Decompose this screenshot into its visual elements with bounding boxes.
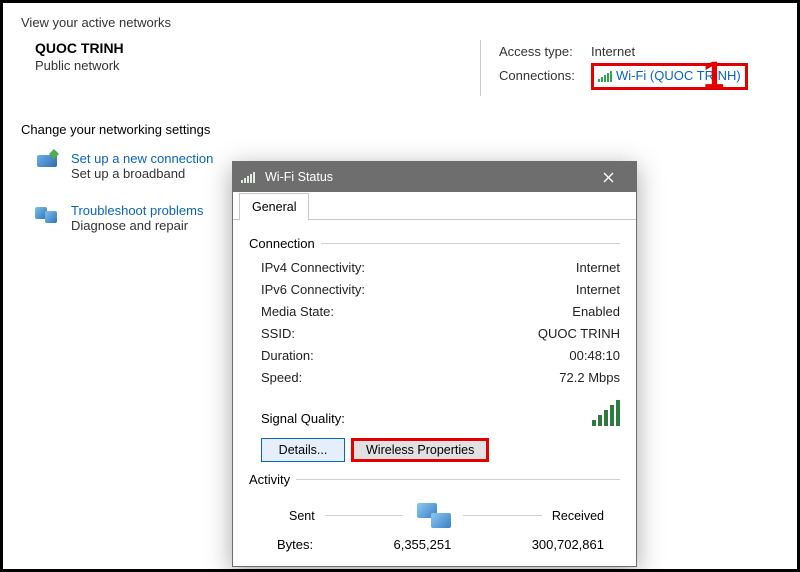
setup-connection-icon [35,151,61,173]
ipv6-label: IPv6 Connectivity: [261,279,365,301]
group-activity-label: Activity [249,472,290,487]
dialog-title: Wi-Fi Status [265,170,588,184]
activity-line-right [463,515,542,516]
annotation-1: 1 [703,55,724,98]
activity-line-left [325,515,404,516]
close-button[interactable] [588,162,628,192]
connection-rows: IPv4 Connectivity: Internet IPv6 Connecti… [249,257,620,390]
media-state-label: Media State: [261,301,334,323]
details-button[interactable]: Details... [261,438,345,462]
ipv6-value: Internet [576,279,620,301]
signal-bars-icon [598,71,612,82]
activity-received-label: Received [552,509,604,523]
activity-computer-icon [413,501,453,531]
duration-value: 00:48:10 [569,345,620,367]
troubleshoot-title: Troubleshoot problems [71,203,203,218]
ssid-label: SSID: [261,323,295,345]
bytes-received-value: 300,702,861 [532,537,604,552]
bytes-sent-value: 6,355,251 [393,537,451,552]
activity-sent-label: Sent [289,509,315,523]
network-name: QUOC TRINH [35,40,474,56]
wireless-properties-button[interactable]: Wireless Properties [351,438,489,462]
wifi-status-dialog: Wi-Fi Status General Connection IPv4 Con… [232,161,637,567]
ipv4-value: Internet [576,257,620,279]
speed-label: Speed: [261,367,302,389]
signal-quality-icon [592,400,620,426]
media-state-value: Enabled [572,301,620,323]
vertical-divider [480,40,481,96]
setup-connection-title: Set up a new connection [71,151,213,166]
duration-label: Duration: [261,345,314,367]
troubleshoot-sub: Diagnose and repair [71,218,203,233]
signal-quality-label: Signal Quality: [261,411,345,426]
group-connection-label: Connection [249,236,315,251]
setup-connection-sub: Set up a broadband [71,166,213,181]
troubleshoot-icon [35,203,61,225]
group-connection: Connection [249,236,620,251]
window-frame: View your active networks QUOC TRINH Pub… [0,0,800,572]
dialog-tabstrip: General [233,192,636,220]
ipv4-label: IPv4 Connectivity: [261,257,365,279]
tab-general[interactable]: General [239,193,309,221]
dialog-titlebar[interactable]: Wi-Fi Status [233,162,636,192]
access-type-value: Internet [591,42,635,63]
change-settings-heading: Change your networking settings [21,122,779,137]
active-networks-heading: View your active networks [21,15,779,30]
ssid-value: QUOC TRINH [538,323,620,345]
group-activity: Activity [249,472,620,487]
access-type-label: Access type: [499,42,591,63]
network-type: Public network [35,58,474,73]
connections-label: Connections: [499,66,591,87]
bytes-label: Bytes: [277,537,313,552]
wifi-connection-link-highlight: Wi-Fi (QUOC TRINH) [591,63,748,90]
signal-bars-icon [241,172,255,183]
speed-value: 72.2 Mbps [559,367,620,389]
active-network-block: QUOC TRINH Public network Access type: I… [21,40,779,96]
close-icon [603,172,614,183]
